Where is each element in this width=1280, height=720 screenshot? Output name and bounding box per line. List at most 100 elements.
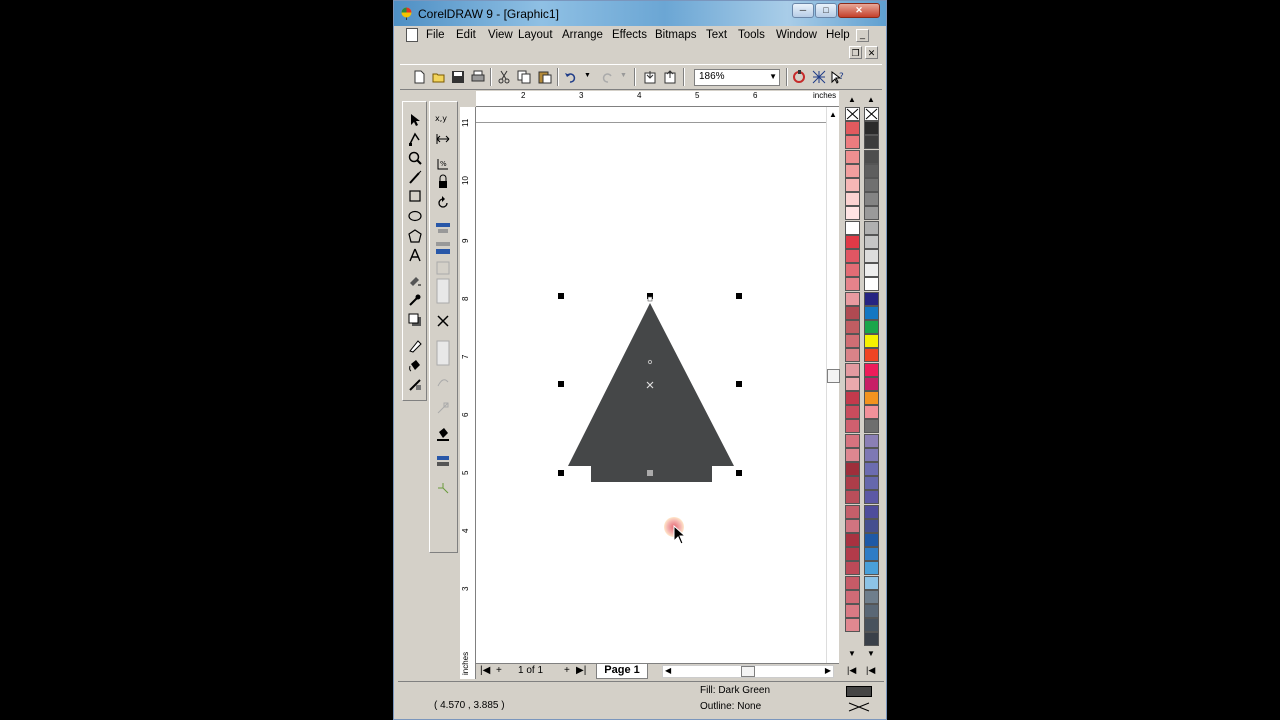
color-swatch[interactable]	[845, 476, 860, 491]
add-page-after-button[interactable]: +	[564, 665, 570, 676]
menu-window[interactable]: Window	[776, 29, 817, 41]
color-swatch[interactable]	[864, 320, 879, 334]
outline-width-icon[interactable]	[436, 340, 450, 366]
print-icon[interactable]	[471, 70, 485, 84]
mirror-vertical-icon[interactable]	[435, 240, 451, 256]
lock-ratio-icon[interactable]	[435, 174, 451, 190]
fill-tool-icon[interactable]	[407, 358, 423, 374]
color-swatch[interactable]	[864, 135, 879, 150]
pick-tool-icon[interactable]	[407, 112, 423, 128]
zoom-tool-icon[interactable]	[407, 150, 423, 166]
rectangle-tool-icon[interactable]	[407, 188, 423, 204]
document-close-button[interactable]: ✕	[865, 46, 878, 59]
size-arrows-icon[interactable]	[435, 131, 451, 147]
color-swatch[interactable]	[845, 376, 860, 391]
new-icon[interactable]	[412, 70, 426, 84]
color-swatch[interactable]	[864, 433, 879, 448]
menu-view[interactable]: View	[488, 29, 513, 41]
color-swatch[interactable]	[845, 135, 860, 150]
menu-layout[interactable]: Layout	[518, 29, 553, 41]
menu-help[interactable]: Help	[826, 29, 850, 41]
palette-expand-icon[interactable]: |◀	[847, 665, 856, 676]
interactive-fill-tool-icon[interactable]	[407, 273, 423, 289]
import-icon[interactable]	[643, 70, 657, 84]
color-swatch[interactable]	[864, 163, 879, 178]
convert-to-curves-icon[interactable]	[435, 260, 451, 276]
color-swatch[interactable]	[864, 107, 879, 121]
open-icon[interactable]	[432, 70, 446, 84]
scroll-up-arrow-icon[interactable]: ▲	[829, 110, 837, 119]
menu-arrange[interactable]: Arrange	[562, 29, 603, 41]
color-swatch[interactable]	[845, 149, 860, 164]
color-swatch[interactable]	[845, 419, 860, 434]
color-swatch[interactable]	[864, 419, 879, 434]
text-tool-icon[interactable]	[407, 247, 423, 263]
color-swatch[interactable]	[845, 604, 860, 618]
color-swatch[interactable]	[864, 476, 879, 491]
color-swatch[interactable]	[864, 206, 879, 221]
scale-percent-icon[interactable]: %	[435, 156, 451, 172]
color-swatch[interactable]	[864, 504, 879, 519]
color-swatch[interactable]	[864, 305, 879, 320]
outline-tool-icon[interactable]	[407, 338, 423, 354]
color-swatch[interactable]	[845, 178, 860, 192]
to-back-icon[interactable]	[435, 400, 451, 416]
scroll-left-arrow-icon[interactable]: ◀	[665, 666, 671, 675]
color-swatch[interactable]	[864, 277, 879, 292]
color-swatch[interactable]	[845, 433, 860, 448]
redo-icon[interactable]	[600, 70, 614, 84]
color-swatch[interactable]	[864, 462, 879, 476]
menu-text[interactable]: Text	[706, 29, 727, 41]
color-swatch[interactable]	[864, 391, 879, 405]
color-swatch[interactable]	[845, 518, 860, 533]
first-page-button[interactable]: |◀	[480, 665, 490, 676]
color-swatch[interactable]	[845, 206, 860, 221]
color-swatch[interactable]	[864, 249, 879, 263]
color-swatch[interactable]	[864, 334, 879, 349]
color-swatch[interactable]	[845, 561, 860, 576]
interactive-shadow-tool-icon[interactable]	[407, 312, 423, 328]
color-swatch[interactable]	[845, 263, 860, 278]
color-swatch[interactable]	[845, 234, 860, 249]
color-swatch[interactable]	[864, 362, 879, 377]
color-swatch[interactable]	[864, 561, 879, 576]
shape-tool-icon[interactable]	[407, 131, 423, 147]
palette-scroll-down-icon[interactable]: ▼	[848, 649, 856, 658]
paste-icon[interactable]	[538, 70, 552, 84]
combine-icon[interactable]	[435, 480, 451, 496]
export-icon[interactable]	[663, 70, 677, 84]
scroll-right-arrow-icon[interactable]: ▶	[825, 666, 831, 675]
color-swatch[interactable]	[845, 618, 860, 633]
color-swatch[interactable]	[864, 234, 879, 249]
horizontal-scroll-thumb[interactable]	[741, 666, 755, 677]
color-swatch[interactable]	[864, 220, 879, 235]
save-icon[interactable]	[451, 70, 465, 84]
mirror-horizontal-icon[interactable]	[435, 220, 451, 236]
no-outline-swatch-icon[interactable]	[846, 700, 872, 714]
color-swatch[interactable]	[864, 348, 879, 363]
color-swatch[interactable]	[864, 447, 879, 462]
menu-bitmaps[interactable]: Bitmaps	[655, 29, 697, 41]
color-swatch[interactable]	[845, 277, 860, 292]
color-swatch[interactable]	[845, 220, 860, 235]
horizontal-scrollbar[interactable]: ◀ ▶	[662, 665, 834, 678]
color-swatch[interactable]	[864, 178, 879, 192]
color-swatch[interactable]	[845, 447, 860, 462]
fill-color-swatch[interactable]	[846, 686, 872, 697]
color-swatch[interactable]	[845, 334, 860, 349]
color-swatch[interactable]	[864, 589, 879, 604]
color-swatch[interactable]	[845, 107, 860, 121]
color-swatch[interactable]	[845, 391, 860, 405]
freehand-tool-icon[interactable]	[407, 169, 423, 185]
color-swatch[interactable]	[845, 362, 860, 377]
copy-icon[interactable]	[517, 70, 531, 84]
no-outline-icon[interactable]	[435, 313, 451, 329]
color-swatch[interactable]	[845, 192, 860, 207]
menu-file[interactable]: File	[426, 29, 445, 41]
color-swatch[interactable]	[864, 192, 879, 207]
minimize-button[interactable]: ─	[792, 3, 814, 18]
document-icon[interactable]	[406, 28, 418, 42]
drawing-canvas[interactable]	[476, 107, 839, 663]
menu-tools[interactable]: Tools	[738, 29, 765, 41]
whats-this-icon[interactable]: ?	[830, 70, 844, 84]
